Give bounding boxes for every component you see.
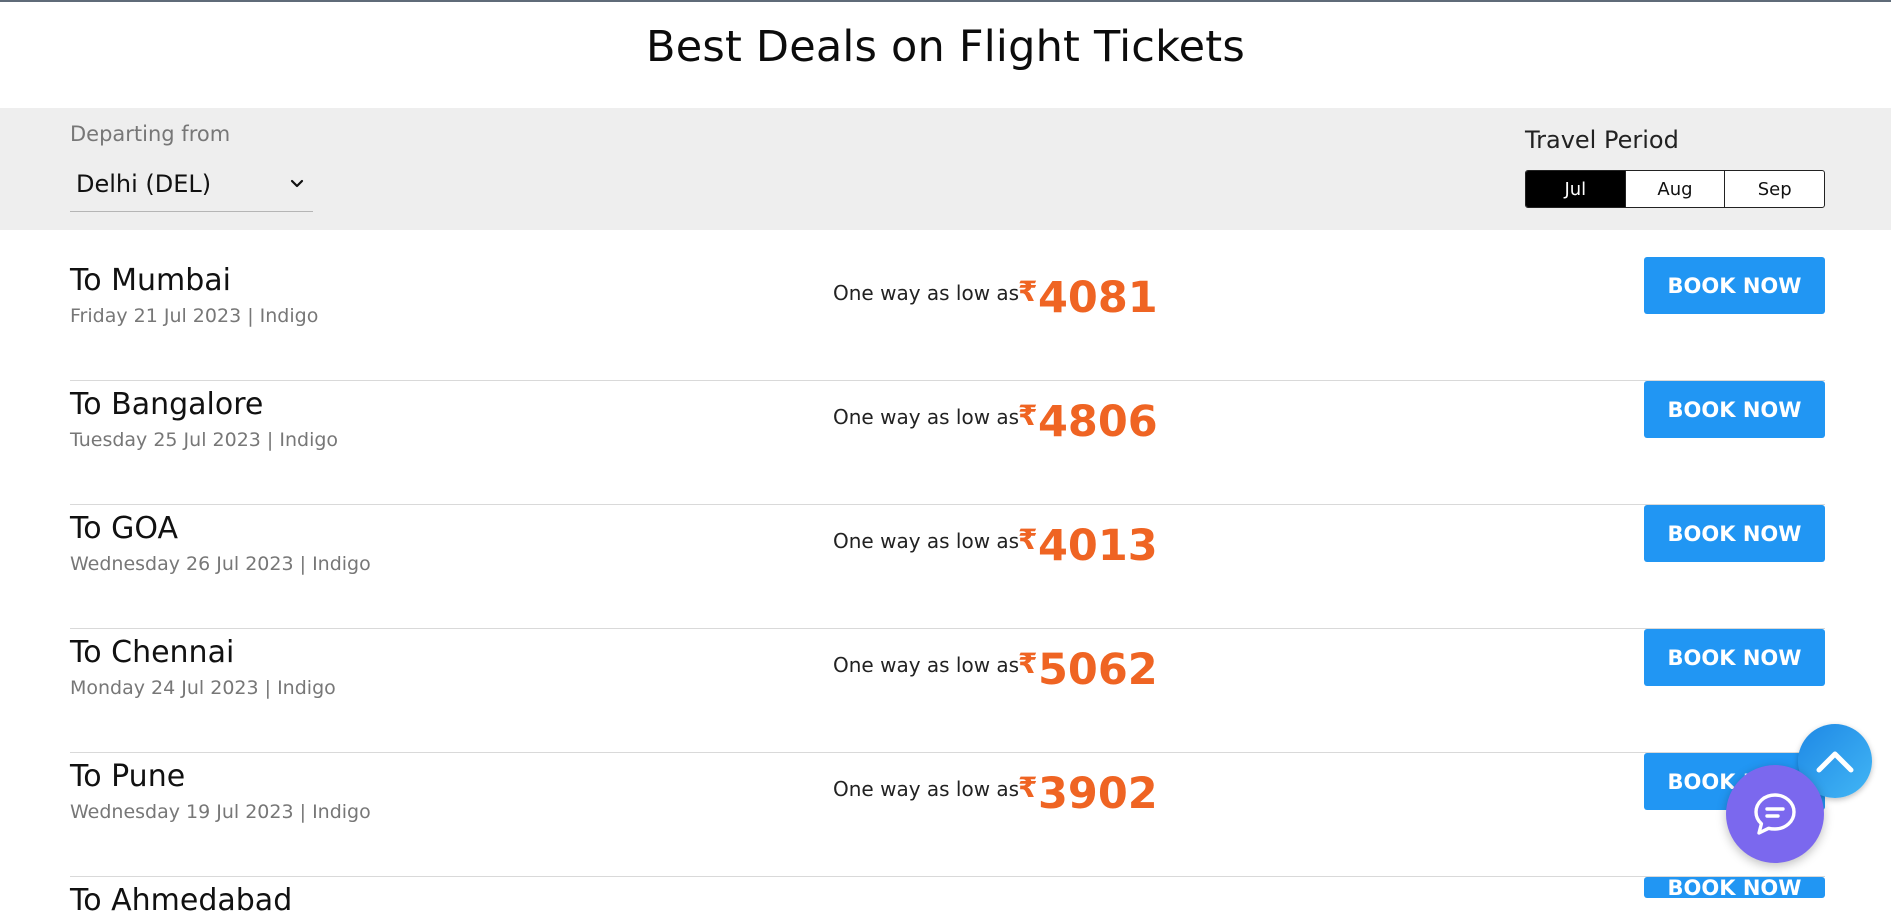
rupee-icon: ₹ [1018,523,1038,556]
low-price-label: One way as low as [833,653,1020,677]
book-now-button[interactable]: BOOK NOW [1644,257,1825,314]
deal-price: 3902 [1038,769,1158,819]
low-price-label: One way as low as [833,405,1020,429]
deal-row: To Bangalore Tuesday 25 Jul 2023 | Indig… [70,381,1825,505]
top-border [0,0,1891,2]
month-tabs: Jul Aug Sep [1525,170,1825,208]
departing-select[interactable]: Delhi (DEL) [70,160,313,212]
destination: To Chennai [70,635,235,670]
rupee-icon: ₹ [1018,647,1038,680]
chat-bubble-icon [1754,793,1796,835]
low-price-label: One way as low as [833,529,1020,553]
book-now-button[interactable]: BOOK NOW [1644,381,1825,438]
deal-airline: Indigo [279,429,339,451]
deal-meta: Monday 24 Jul 2023 | Indigo [70,677,336,699]
chevron-up-icon [1816,751,1854,773]
deal-meta: Friday 21 Jul 2023 | Indigo [70,305,319,327]
destination: To Bangalore [70,387,264,422]
destination: To Pune [70,759,186,794]
deal-date: Friday 21 Jul 2023 [70,305,242,327]
deal-meta: Tuesday 25 Jul 2023 | Indigo [70,429,339,451]
travel-period-label: Travel Period [1525,126,1679,154]
rupee-icon: ₹ [1018,275,1038,308]
deal-row: To Mumbai Friday 21 Jul 2023 | Indigo On… [70,257,1825,381]
destination: To Mumbai [70,263,232,298]
page-title: Best Deals on Flight Tickets [646,22,1245,72]
deal-airline: Indigo [312,553,371,575]
deal-row: To Ahmedabad BOOK NOW [70,876,1825,918]
chevron-down-icon [290,179,304,188]
deal-date: Monday 24 Jul 2023 [70,677,259,699]
deal-airline: Indigo [259,305,319,327]
rupee-icon: ₹ [1018,771,1038,804]
deal-meta: Wednesday 26 Jul 2023 | Indigo [70,553,371,575]
deal-date: Wednesday 26 Jul 2023 [70,553,294,575]
low-price-label: One way as low as [833,777,1020,801]
deal-price: 4806 [1038,397,1158,447]
chat-button[interactable] [1726,765,1824,863]
deal-row: To GOA Wednesday 26 Jul 2023 | Indigo On… [70,505,1825,629]
book-now-button[interactable]: BOOK NOW [1644,505,1825,562]
deal-row: To Chennai Monday 24 Jul 2023 | Indigo O… [70,629,1825,753]
deal-row: To Pune Wednesday 19 Jul 2023 | Indigo O… [70,753,1825,877]
book-now-button[interactable]: BOOK NOW [1644,629,1825,686]
destination: To Ahmedabad [70,883,293,918]
rupee-icon: ₹ [1018,399,1038,432]
deal-price: 4081 [1038,273,1158,323]
tab-aug[interactable]: Aug [1624,171,1725,207]
deal-airline: Indigo [312,801,371,823]
low-price-label: One way as low as [833,281,1020,305]
deal-price: 4013 [1038,521,1158,571]
book-now-button[interactable]: BOOK NOW [1644,876,1825,900]
deal-price: 5062 [1038,645,1158,695]
departing-value: Delhi (DEL) [76,170,212,198]
tab-sep[interactable]: Sep [1724,171,1824,207]
deal-airline: Indigo [277,677,336,699]
tab-jul[interactable]: Jul [1526,171,1625,207]
deal-date: Wednesday 19 Jul 2023 [70,801,294,823]
deal-meta: Wednesday 19 Jul 2023 | Indigo [70,801,371,823]
departing-label: Departing from [70,122,231,146]
deal-date: Tuesday 25 Jul 2023 [70,429,261,451]
destination: To GOA [70,511,178,546]
